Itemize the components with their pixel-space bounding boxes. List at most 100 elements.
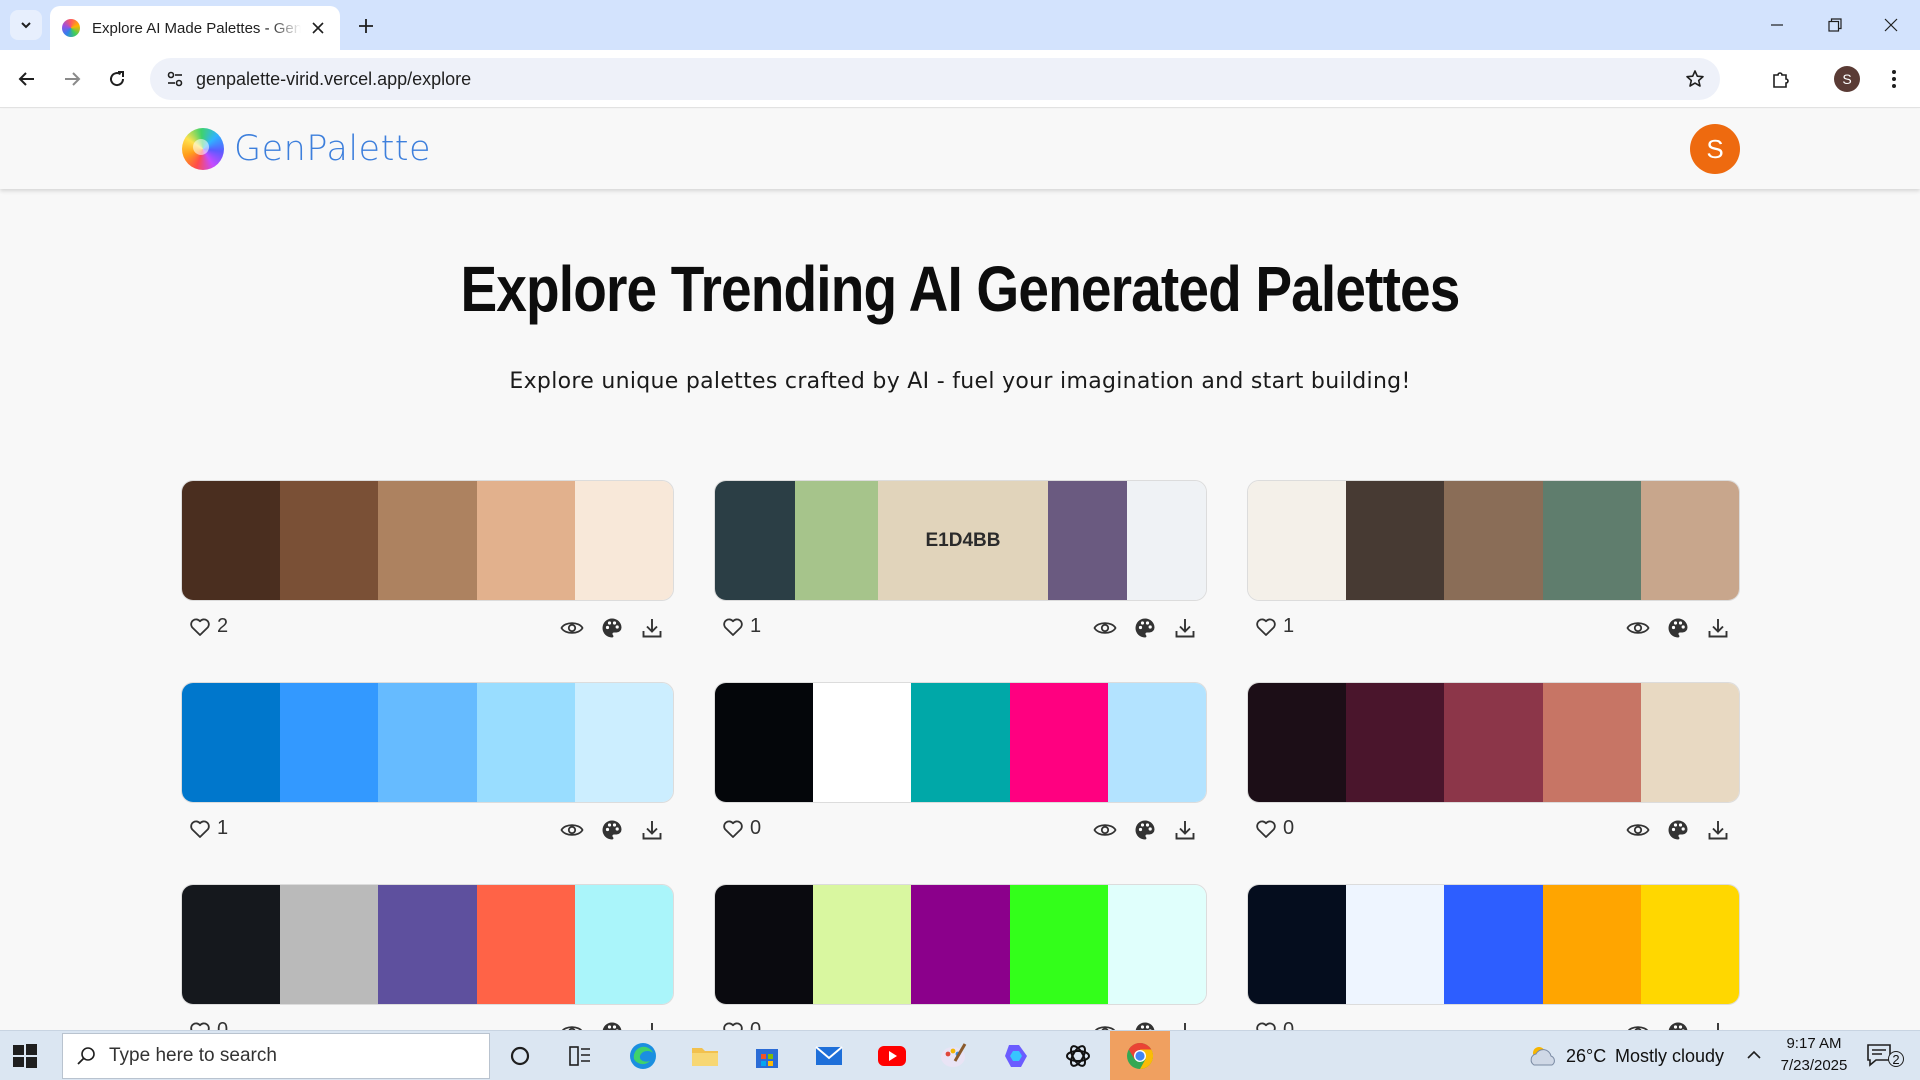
like-button[interactable]: 2 [189,615,228,638]
preview-button[interactable] [1092,817,1118,843]
open-palette-button[interactable] [599,615,625,641]
color-swatch[interactable] [1248,481,1347,600]
reload-button[interactable] [101,63,133,95]
like-button[interactable]: 0 [722,817,761,840]
color-swatch[interactable] [1346,885,1445,1004]
palette-swatches[interactable] [1247,682,1740,803]
color-swatch[interactable] [813,683,912,802]
color-swatch[interactable] [1542,885,1641,1004]
color-swatch[interactable] [1346,481,1445,600]
like-button[interactable]: 0 [1255,817,1294,840]
preview-button[interactable] [559,615,585,641]
copilot-app[interactable] [996,1036,1036,1076]
download-button[interactable] [1172,817,1198,843]
chevron-up-icon[interactable] [1746,1048,1762,1062]
address-bar[interactable]: genpalette-virid.vercel.app/explore [150,58,1720,100]
color-swatch[interactable] [1444,683,1543,802]
download-button[interactable] [639,615,665,641]
preview-button[interactable] [1625,615,1651,641]
site-logo[interactable]: GenPalette [182,128,431,170]
color-swatch[interactable] [1542,481,1641,600]
clock-time[interactable]: 9:17 AM [1784,1035,1844,1052]
palette-swatches[interactable] [714,884,1207,1005]
color-swatch[interactable] [1009,885,1108,1004]
color-swatch[interactable] [476,683,575,802]
taskbar-search[interactable]: Type here to search [62,1033,490,1079]
color-swatch[interactable] [182,481,281,600]
color-swatch[interactable] [574,481,673,600]
color-swatch[interactable] [1640,885,1739,1004]
open-palette-button[interactable] [1132,615,1158,641]
preview-button[interactable] [1625,817,1651,843]
color-swatch[interactable] [1640,683,1739,802]
palette-swatches[interactable] [181,682,674,803]
color-swatch[interactable]: E1D4BB [878,481,1048,600]
palette-swatches[interactable] [714,682,1207,803]
edge-app[interactable] [623,1036,663,1076]
new-tab-button[interactable] [352,12,380,40]
browser-tab[interactable]: Explore AI Made Palettes - GenPalette [50,6,340,50]
color-swatch[interactable] [715,683,814,802]
open-palette-button[interactable] [1665,817,1691,843]
download-button[interactable] [639,817,665,843]
back-button[interactable] [11,63,43,95]
palette-swatches[interactable] [181,480,674,601]
notifications-button[interactable]: 2 [1866,1043,1904,1071]
palette-swatches[interactable] [1247,884,1740,1005]
color-swatch[interactable] [378,683,477,802]
color-swatch[interactable] [182,683,281,802]
color-swatch[interactable] [280,481,379,600]
like-button[interactable]: 1 [189,817,228,840]
color-swatch[interactable] [1542,683,1641,802]
clock-date[interactable]: 7/23/2025 [1777,1057,1851,1074]
close-window-button[interactable] [1862,0,1920,50]
preview-button[interactable] [559,817,585,843]
color-swatch[interactable] [574,885,673,1004]
color-swatch[interactable] [1444,885,1543,1004]
color-swatch[interactable] [182,885,281,1004]
color-swatch[interactable] [378,481,477,600]
mail-app[interactable] [809,1036,849,1076]
download-button[interactable] [1705,615,1731,641]
open-palette-button[interactable] [599,817,625,843]
download-button[interactable] [1172,615,1198,641]
task-view-button[interactable] [560,1036,600,1076]
start-button[interactable] [12,1043,38,1069]
like-button[interactable]: 1 [722,615,761,638]
color-swatch[interactable] [476,481,575,600]
color-swatch[interactable] [794,481,879,600]
chrome-app[interactable] [1110,1031,1170,1080]
tab-search-button[interactable] [10,10,42,40]
color-swatch[interactable] [280,885,379,1004]
palette-swatches[interactable] [1247,480,1740,601]
color-swatch[interactable] [280,683,379,802]
color-swatch[interactable] [813,885,912,1004]
tab-close-button[interactable] [309,18,328,38]
color-swatch[interactable] [1346,683,1445,802]
color-swatch[interactable] [1009,683,1108,802]
restore-button[interactable] [1806,0,1864,50]
color-swatch[interactable] [1107,683,1206,802]
browser-menu-button[interactable] [1878,63,1910,95]
palette-swatches[interactable]: E1D4BB [714,480,1207,601]
color-swatch[interactable] [911,885,1010,1004]
like-button[interactable]: 1 [1255,615,1294,638]
color-swatch[interactable] [715,481,795,600]
open-palette-button[interactable] [1665,615,1691,641]
site-info-button[interactable] [160,64,190,94]
color-swatch[interactable] [378,885,477,1004]
cortana-button[interactable] [500,1036,540,1076]
chatgpt-app[interactable] [1058,1036,1098,1076]
color-swatch[interactable] [476,885,575,1004]
file-explorer-app[interactable] [685,1036,725,1076]
color-swatch[interactable] [574,683,673,802]
color-swatch[interactable] [1248,683,1347,802]
bookmark-button[interactable] [1680,64,1710,94]
url-text[interactable]: genpalette-virid.vercel.app/explore [196,69,471,90]
color-swatch[interactable] [1444,481,1543,600]
color-swatch[interactable] [911,683,1010,802]
color-swatch[interactable] [1248,885,1347,1004]
store-app[interactable] [747,1036,787,1076]
preview-button[interactable] [1092,615,1118,641]
youtube-app[interactable] [872,1036,912,1076]
